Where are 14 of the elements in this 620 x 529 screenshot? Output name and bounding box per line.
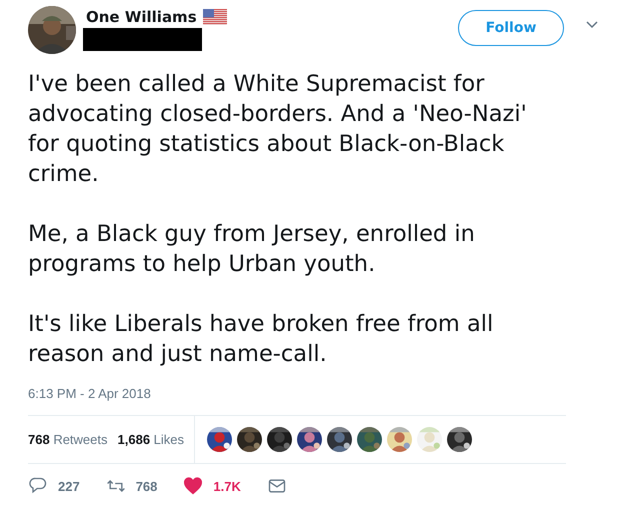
heart-icon (183, 476, 204, 496)
like-button[interactable]: 1.7K (183, 476, 241, 496)
author-name[interactable]: One Williams (86, 8, 197, 26)
tweet-paragraph: It's like Liberals have broken free from all reason and just name-call. (28, 310, 494, 369)
stat-link[interactable]: 768 Retweets (28, 432, 108, 447)
timestamp[interactable]: 6:13 PM - 2 Apr 2018 (28, 386, 151, 401)
stat-link[interactable]: 1,686 Likes (118, 432, 184, 447)
retweet-button[interactable]: 768 (106, 476, 158, 496)
reply-button[interactable]: 227 (28, 476, 80, 496)
tweet-paragraph: Me, a Black guy from Jersey, enrolled in programs to help Urban youth. (28, 220, 476, 279)
tweet-paragraph: I've been called a White Supremacist for advocating closed-borders. And a 'Neo-Nazi' for quoting statistics about Black-on-Black crime. (28, 70, 528, 189)
follow-button[interactable]: Follow (458, 10, 564, 46)
chevron-down-icon[interactable] (586, 21, 598, 29)
reply-icon (28, 476, 48, 496)
